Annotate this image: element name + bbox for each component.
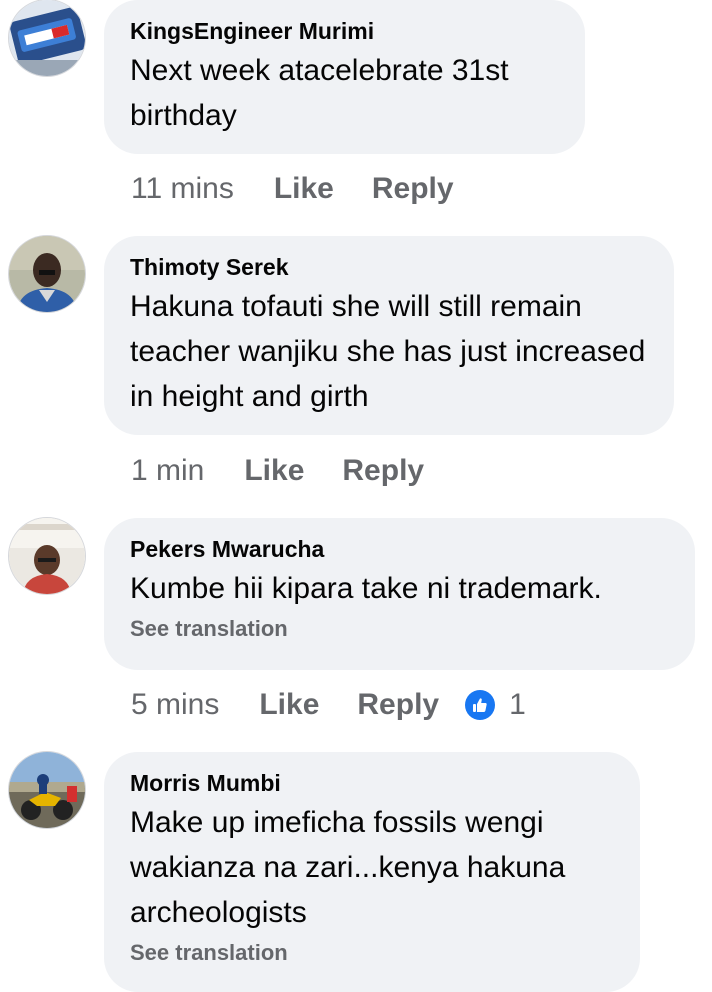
reply-button[interactable]: Reply — [372, 172, 454, 206]
tv-logo-avatar — [9, 0, 85, 76]
avatar[interactable] — [9, 518, 85, 594]
avatar[interactable] — [9, 236, 85, 312]
comment-author[interactable]: KingsEngineer Murimi — [130, 17, 559, 45]
see-translation-link[interactable]: See translation — [130, 615, 669, 643]
comment-timestamp[interactable]: 1 min — [131, 454, 204, 488]
comment-author[interactable]: Pekers Mwarucha — [130, 535, 669, 563]
thumbs-up-icon — [465, 690, 496, 720]
man-portrait-avatar — [9, 236, 85, 312]
reply-button[interactable]: Reply — [342, 454, 424, 488]
see-translation-link[interactable]: See translation — [130, 939, 614, 967]
comment-text: Hakuna tofauti she will still remain tea… — [130, 290, 646, 413]
like-button[interactable]: Like — [244, 454, 304, 488]
comment-text: Next week atacelebrate 31st birthday — [130, 54, 509, 132]
reply-button[interactable]: Reply — [357, 688, 439, 722]
reaction-count: 1 — [509, 688, 526, 721]
comment-timestamp[interactable]: 5 mins — [131, 688, 219, 722]
reaction-summary[interactable]: 1 — [465, 688, 526, 722]
avatar[interactable] — [9, 752, 85, 828]
motorbike-avatar — [9, 752, 85, 828]
comment-text: Make up imeficha fossils wengi wakianza … — [130, 806, 566, 929]
comment-bubble: Pekers Mwarucha Kumbe hii kipara take ni… — [104, 518, 695, 670]
like-button[interactable]: Like — [274, 172, 334, 206]
comment-bubble: KingsEngineer Murimi Next week atacelebr… — [104, 0, 585, 154]
avatar[interactable] — [9, 0, 85, 76]
comment-author[interactable]: Thimoty Serek — [130, 253, 648, 281]
man-indoor-avatar — [9, 518, 85, 594]
comment-timestamp[interactable]: 11 mins — [131, 172, 234, 206]
comment-bubble: Morris Mumbi Make up imeficha fossils we… — [104, 752, 640, 992]
like-button[interactable]: Like — [259, 688, 319, 722]
comment-text: Kumbe hii kipara take ni trademark. — [130, 572, 602, 605]
comment-bubble: Thimoty Serek Hakuna tofauti she will st… — [104, 236, 674, 435]
comment-actions: 11 mins Like Reply — [131, 169, 492, 209]
comment-author[interactable]: Morris Mumbi — [130, 769, 614, 797]
comment-actions: 5 mins Like Reply 1 — [131, 685, 526, 725]
comment-actions: 1 min Like Reply — [131, 451, 462, 491]
